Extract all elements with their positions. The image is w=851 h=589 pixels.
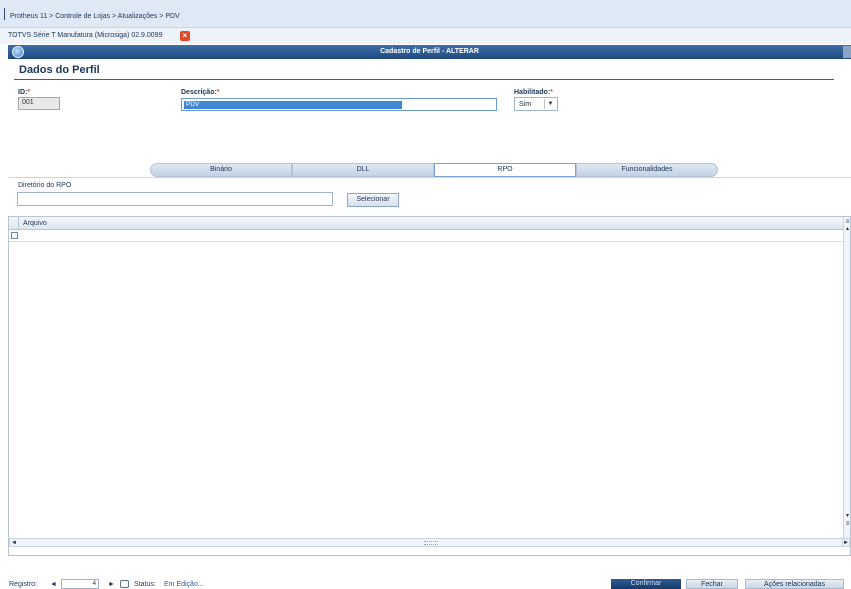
habilitado-select[interactable]: Sim ▼ bbox=[514, 97, 558, 111]
app-tab-bar: TOTVS Série T Manufatura (Microsiga) 02.… bbox=[0, 28, 851, 44]
breadcrumb-accent bbox=[4, 8, 5, 20]
registro-label: Registro: bbox=[9, 581, 38, 588]
id-field[interactable]: 001 bbox=[18, 97, 60, 110]
close-icon[interactable]: × bbox=[180, 31, 190, 41]
required-mark: * bbox=[550, 89, 553, 96]
breadcrumb[interactable]: Protheus 11 > Controle de Lojas > Atuali… bbox=[10, 13, 180, 20]
habilitado-label-text: Habilitado: bbox=[514, 89, 551, 96]
window-title: Cadastro de Perfil - ALTERAR bbox=[380, 48, 479, 55]
scroll-left-icon[interactable]: ◄ bbox=[11, 539, 17, 547]
section-divider bbox=[14, 79, 834, 80]
id-label: ID:* bbox=[18, 89, 30, 96]
required-mark: * bbox=[216, 89, 220, 96]
grid-header-corner bbox=[9, 217, 19, 229]
scroll-up-icon[interactable]: ▴ bbox=[844, 226, 851, 232]
rpo-dir-input[interactable] bbox=[17, 192, 333, 206]
acoes-relacionadas-button[interactable]: Ações relacionadas bbox=[745, 579, 844, 589]
descricao-field[interactable]: PDV bbox=[181, 98, 497, 111]
scroll-grip[interactable] bbox=[424, 541, 438, 545]
window-header: Cadastro de Perfil - ALTERAR bbox=[8, 45, 851, 59]
grid-header: Arquivo bbox=[9, 217, 844, 230]
descricao-label: Descrição:* bbox=[181, 89, 220, 96]
tab-strip: Binário DLL RPO Funcionalidades bbox=[150, 163, 718, 177]
scroll-down-icon[interactable]: ▾ bbox=[844, 513, 851, 519]
breadcrumb-bar: Protheus 11 > Controle de Lojas > Atuali… bbox=[0, 0, 851, 28]
status-value: Em Edição... bbox=[164, 581, 204, 588]
table-row[interactable] bbox=[9, 230, 844, 242]
tab-funcionalidades[interactable]: Funcionalidades bbox=[576, 163, 718, 177]
file-grid[interactable]: Arquivo ≡ ▴ ▾ ≡ ◄ ► bbox=[8, 216, 851, 556]
descricao-label-text: Descrição: bbox=[181, 89, 217, 96]
descricao-value: PDV bbox=[184, 101, 402, 109]
required-mark: * bbox=[27, 89, 31, 96]
registro-input[interactable]: 4 bbox=[61, 579, 99, 589]
rpo-dir-label: Diretório do RPO bbox=[18, 182, 72, 189]
row-checkbox[interactable] bbox=[11, 232, 18, 239]
next-record-icon[interactable]: ► bbox=[108, 581, 115, 588]
prev-record-icon[interactable]: ◄ bbox=[50, 581, 57, 588]
tab-rpo[interactable]: RPO bbox=[434, 163, 576, 177]
horizontal-scrollbar[interactable]: ◄ bbox=[9, 538, 844, 547]
chevron-down-icon[interactable]: ▼ bbox=[544, 99, 556, 109]
habilitado-label: Habilitado:* bbox=[514, 89, 553, 96]
scroll-top-icon[interactable]: ≡ bbox=[844, 219, 851, 225]
scroll-bottom-icon[interactable]: ≡ bbox=[844, 521, 851, 527]
footer-bar: Registro: ◄ 4 ► Status: Em Edição... Con… bbox=[0, 577, 851, 589]
id-label-text: ID: bbox=[18, 89, 28, 96]
vertical-scrollbar[interactable]: ≡ ▴ ▾ ≡ bbox=[843, 217, 850, 539]
habilitado-value: Sim bbox=[519, 101, 532, 108]
confirmar-button[interactable]: Confirmar bbox=[611, 579, 681, 589]
app-tab-title[interactable]: TOTVS Série T Manufatura (Microsiga) 02.… bbox=[8, 32, 162, 39]
scroll-right-icon[interactable]: ► bbox=[842, 538, 850, 547]
status-label: Status: bbox=[134, 581, 156, 588]
column-header-arquivo[interactable]: Arquivo bbox=[23, 220, 47, 227]
id-value: 001 bbox=[22, 99, 34, 106]
selecionar-button[interactable]: Selecionar bbox=[347, 193, 399, 207]
tab-dll[interactable]: DLL bbox=[292, 163, 434, 177]
fechar-button[interactable]: Fechar bbox=[686, 579, 738, 589]
window-control-button[interactable] bbox=[843, 46, 851, 58]
section-title: Dados do Perfil bbox=[19, 64, 100, 76]
tab-baseline bbox=[8, 177, 851, 178]
tab-binario[interactable]: Binário bbox=[150, 163, 292, 177]
status-icon bbox=[120, 580, 129, 588]
